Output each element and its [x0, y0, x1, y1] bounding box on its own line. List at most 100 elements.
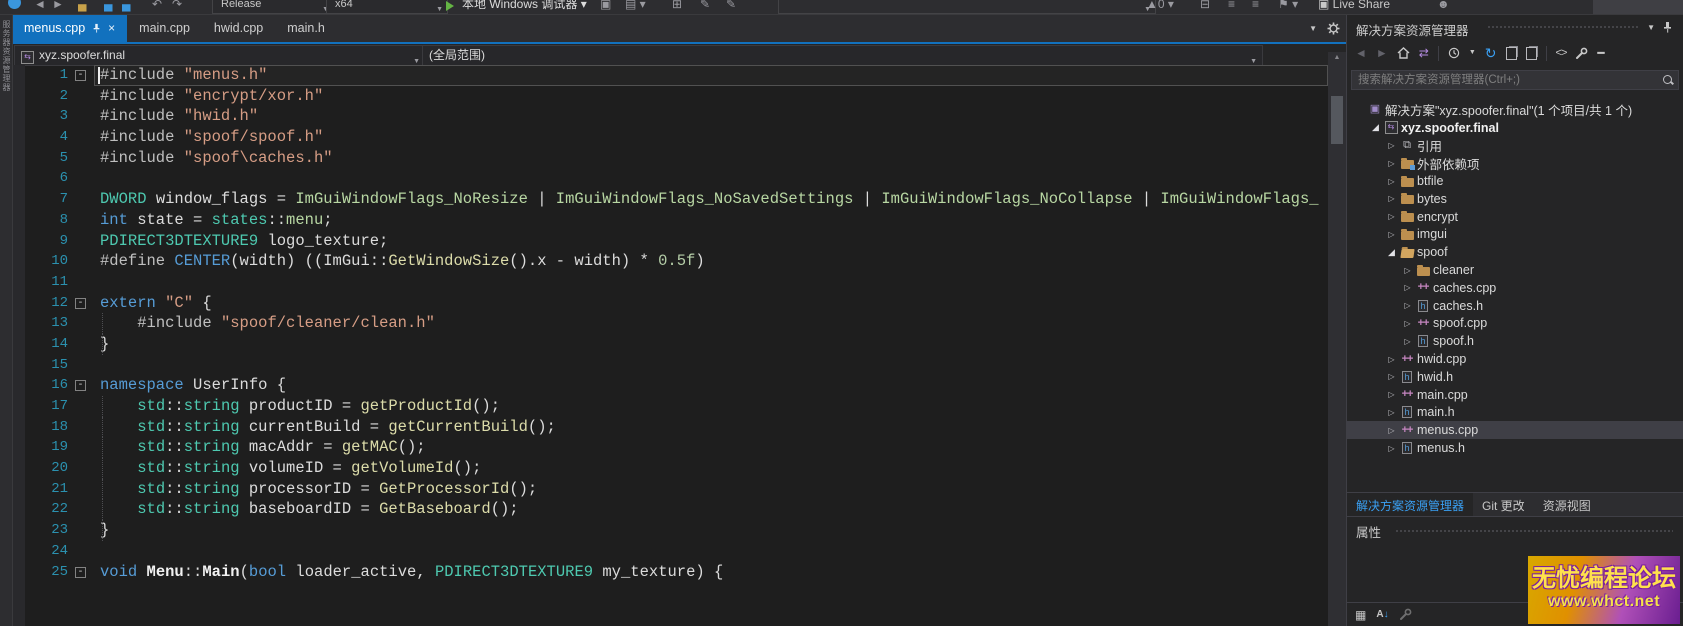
search-icon[interactable] — [1663, 75, 1672, 84]
tree-item-main.h[interactable]: ▷hmain.h — [1347, 404, 1683, 422]
tab-hwid.cpp[interactable]: hwid.cpp — [202, 14, 275, 42]
home-icon[interactable] — [1397, 47, 1410, 59]
code-line[interactable]: 19 std::string macAddr = getMAC(); — [12, 437, 1328, 458]
pin-icon[interactable] — [1662, 21, 1673, 33]
sync-status-icon[interactable] — [8, 0, 21, 9]
tree-item-btfile[interactable]: ▷btfile — [1347, 172, 1683, 190]
tree-item-spoof.h[interactable]: ▷hspoof.h — [1347, 332, 1683, 350]
collapsed-arrow-icon[interactable]: ▷ — [1385, 408, 1398, 417]
code-line[interactable]: 4#include "spoof/spoof.h" — [12, 127, 1328, 148]
tree-item-hwid.cpp[interactable]: ▷++hwid.cpp — [1347, 350, 1683, 368]
code-line[interactable]: 25-void Menu::Main(bool loader_active, P… — [12, 562, 1328, 583]
sync-with-active-document-icon[interactable]: ⇄ — [1419, 47, 1429, 59]
expanded-arrow-icon[interactable]: ◢ — [1385, 247, 1398, 258]
collapsed-arrow-icon[interactable]: ▷ — [1401, 337, 1414, 346]
tree-item-xyz.spoofer.final[interactable]: ◢⇆xyz.spoofer.final — [1347, 119, 1683, 137]
tree-item--[interactable]: ▷⧉引用 — [1347, 137, 1683, 155]
minus-box-icon[interactable]: ⊟ — [1200, 0, 1210, 14]
collapsed-arrow-icon[interactable]: ▷ — [1385, 355, 1398, 364]
tree-item-spoof.cpp[interactable]: ▷++spoof.cpp — [1347, 315, 1683, 333]
tree-item--[interactable]: ▷外部依赖项 — [1347, 154, 1683, 172]
tree-item-cleaner[interactable]: ▷cleaner — [1347, 261, 1683, 279]
code-line[interactable]: 14} — [12, 334, 1328, 355]
code-line[interactable]: 20 std::string volumeID = getVolumeId(); — [12, 458, 1328, 479]
collapsed-arrow-icon[interactable]: ▷ — [1401, 283, 1414, 292]
solution-explorer-titlebar[interactable]: 解决方案资源管理器 ▼ — [1347, 14, 1683, 40]
code-line[interactable]: 2#include "encrypt/xor.h" — [12, 86, 1328, 107]
bottom-tab-解决方案资源管理器[interactable]: 解决方案资源管理器 — [1347, 493, 1473, 516]
code-line[interactable]: 23} — [12, 520, 1328, 541]
account-icon[interactable]: ☻ — [1437, 0, 1450, 14]
platform-dropdown[interactable]: x64▼ — [326, 0, 448, 14]
scrollbar-thumb[interactable] — [1331, 96, 1343, 144]
forward-icon[interactable]: ► — [1376, 47, 1388, 59]
tree-item-bytes[interactable]: ▷bytes — [1347, 190, 1683, 208]
tab-options-gear-icon[interactable] — [1327, 22, 1340, 35]
collapsed-arrow-icon[interactable]: ▷ — [1385, 177, 1398, 186]
scroll-up-arrow-icon[interactable]: ▲ — [1328, 54, 1346, 61]
tab-main.h[interactable]: main.h — [275, 14, 337, 42]
collapsed-arrow-icon[interactable]: ▷ — [1385, 444, 1398, 453]
pending-changes-filter-icon[interactable] — [1448, 47, 1460, 59]
flag-icon[interactable]: ⚑ ▾ — [1278, 0, 1298, 14]
tree-item-spoof[interactable]: ◢spoof — [1347, 243, 1683, 261]
alphabetical-sort-icon[interactable]: A↓ — [1376, 609, 1388, 620]
toolbar-misc-icon-1[interactable]: ▣ — [600, 0, 611, 14]
tree-item-main.cpp[interactable]: ▷++main.cpp — [1347, 386, 1683, 404]
indent-icon[interactable]: ≡ — [1228, 0, 1235, 14]
window-position-chevron-icon[interactable]: ▼ — [1647, 23, 1655, 32]
show-all-files-icon[interactable] — [1526, 47, 1537, 60]
code-line[interactable]: 24 — [12, 541, 1328, 562]
code-line[interactable]: 7DWORD window_flags = ImGuiWindowFlags_N… — [12, 189, 1328, 210]
tree-item-menus.h[interactable]: ▷hmenus.h — [1347, 439, 1683, 457]
tab-main.cpp[interactable]: main.cpp — [127, 14, 202, 42]
code-line[interactable]: 17 std::string productID = getProductId(… — [12, 396, 1328, 417]
tree-item-caches.h[interactable]: ▷hcaches.h — [1347, 297, 1683, 315]
undo-icon[interactable]: ↶ — [152, 0, 162, 14]
code-line[interactable]: 9PDIRECT3DTEXTURE9 logo_texture; — [12, 231, 1328, 252]
code-line[interactable]: 21 std::string processorID = GetProcesso… — [12, 479, 1328, 500]
open-folder-icon[interactable]: ▄ — [78, 0, 87, 14]
fold-collapse-icon[interactable]: - — [75, 380, 86, 391]
code-line[interactable]: 3#include "hwid.h" — [12, 106, 1328, 127]
navigate-back-icon[interactable]: ◄ — [34, 0, 46, 14]
tree-item-imgui[interactable]: ▷imgui — [1347, 226, 1683, 244]
save-icon[interactable]: ▄ — [104, 0, 113, 14]
editor-vertical-scrollbar[interactable]: ▲ — [1328, 52, 1346, 626]
debug-target-button[interactable]: 本地 Windows 调试器 ▾ — [462, 0, 587, 14]
tree-item-encrypt[interactable]: ▷encrypt — [1347, 208, 1683, 226]
collapsed-arrow-icon[interactable]: ▷ — [1401, 319, 1414, 328]
view-code-icon[interactable]: <> — [1556, 47, 1567, 59]
live-share-button[interactable]: ▣ Live Share — [1318, 0, 1390, 14]
tree-item--xyz.spoofer.final-1-1-[interactable]: ▣解决方案"xyz.spoofer.final"(1 个项目/共 1 个) — [1347, 101, 1683, 119]
tab-list-chevron-icon[interactable]: ▼ — [1309, 24, 1317, 33]
tree-item-menus.cpp[interactable]: ▷++menus.cpp — [1347, 421, 1683, 439]
properties-wrench-icon[interactable] — [1575, 47, 1588, 60]
collapsed-arrow-icon[interactable]: ▷ — [1385, 141, 1398, 150]
search-input[interactable] — [1352, 71, 1678, 89]
collapsed-arrow-icon[interactable]: ▷ — [1385, 194, 1398, 203]
toolbar-misc-icon-3[interactable]: ⊞ — [672, 0, 682, 14]
toolbar-misc-icon-2[interactable]: ▤ ▾ — [625, 0, 646, 14]
code-line[interactable]: 11 — [12, 272, 1328, 293]
code-line[interactable]: 15 — [12, 355, 1328, 376]
refresh-icon[interactable]: ↻ — [1485, 47, 1497, 59]
back-icon[interactable]: ◄ — [1355, 47, 1367, 59]
toolbar-misc-icon-5[interactable]: ✎ — [726, 0, 736, 14]
code-line[interactable]: 16-namespace UserInfo { — [12, 375, 1328, 396]
preview-selected-icon[interactable]: ━ — [1597, 47, 1604, 59]
collapsed-arrow-icon[interactable]: ▷ — [1385, 159, 1398, 168]
code-line[interactable]: 10#define CENTER(width) ((ImGui::GetWind… — [12, 251, 1328, 272]
tree-item-hwid.h[interactable]: ▷hhwid.h — [1347, 368, 1683, 386]
code-line[interactable]: 12-extern "C" { — [12, 293, 1328, 314]
configuration-dropdown[interactable]: Release▼ — [212, 0, 334, 14]
redo-icon[interactable]: ↷ — [172, 0, 182, 14]
collapsed-arrow-icon[interactable]: ▷ — [1385, 212, 1398, 221]
code-line[interactable]: 5#include "spoof\caches.h" — [12, 148, 1328, 169]
project-scope-dropdown[interactable]: ⇆xyz.spoofer.final▼ — [14, 45, 426, 66]
outdent-icon[interactable]: ≡ — [1252, 0, 1259, 14]
collapsed-arrow-icon[interactable]: ▷ — [1385, 372, 1398, 381]
tab-menus.cpp[interactable]: menus.cpp× — [12, 14, 127, 42]
bottom-tab-资源视图[interactable]: 资源视图 — [1534, 493, 1600, 516]
toolbar-misc-icon-4[interactable]: ✎ — [700, 0, 710, 14]
